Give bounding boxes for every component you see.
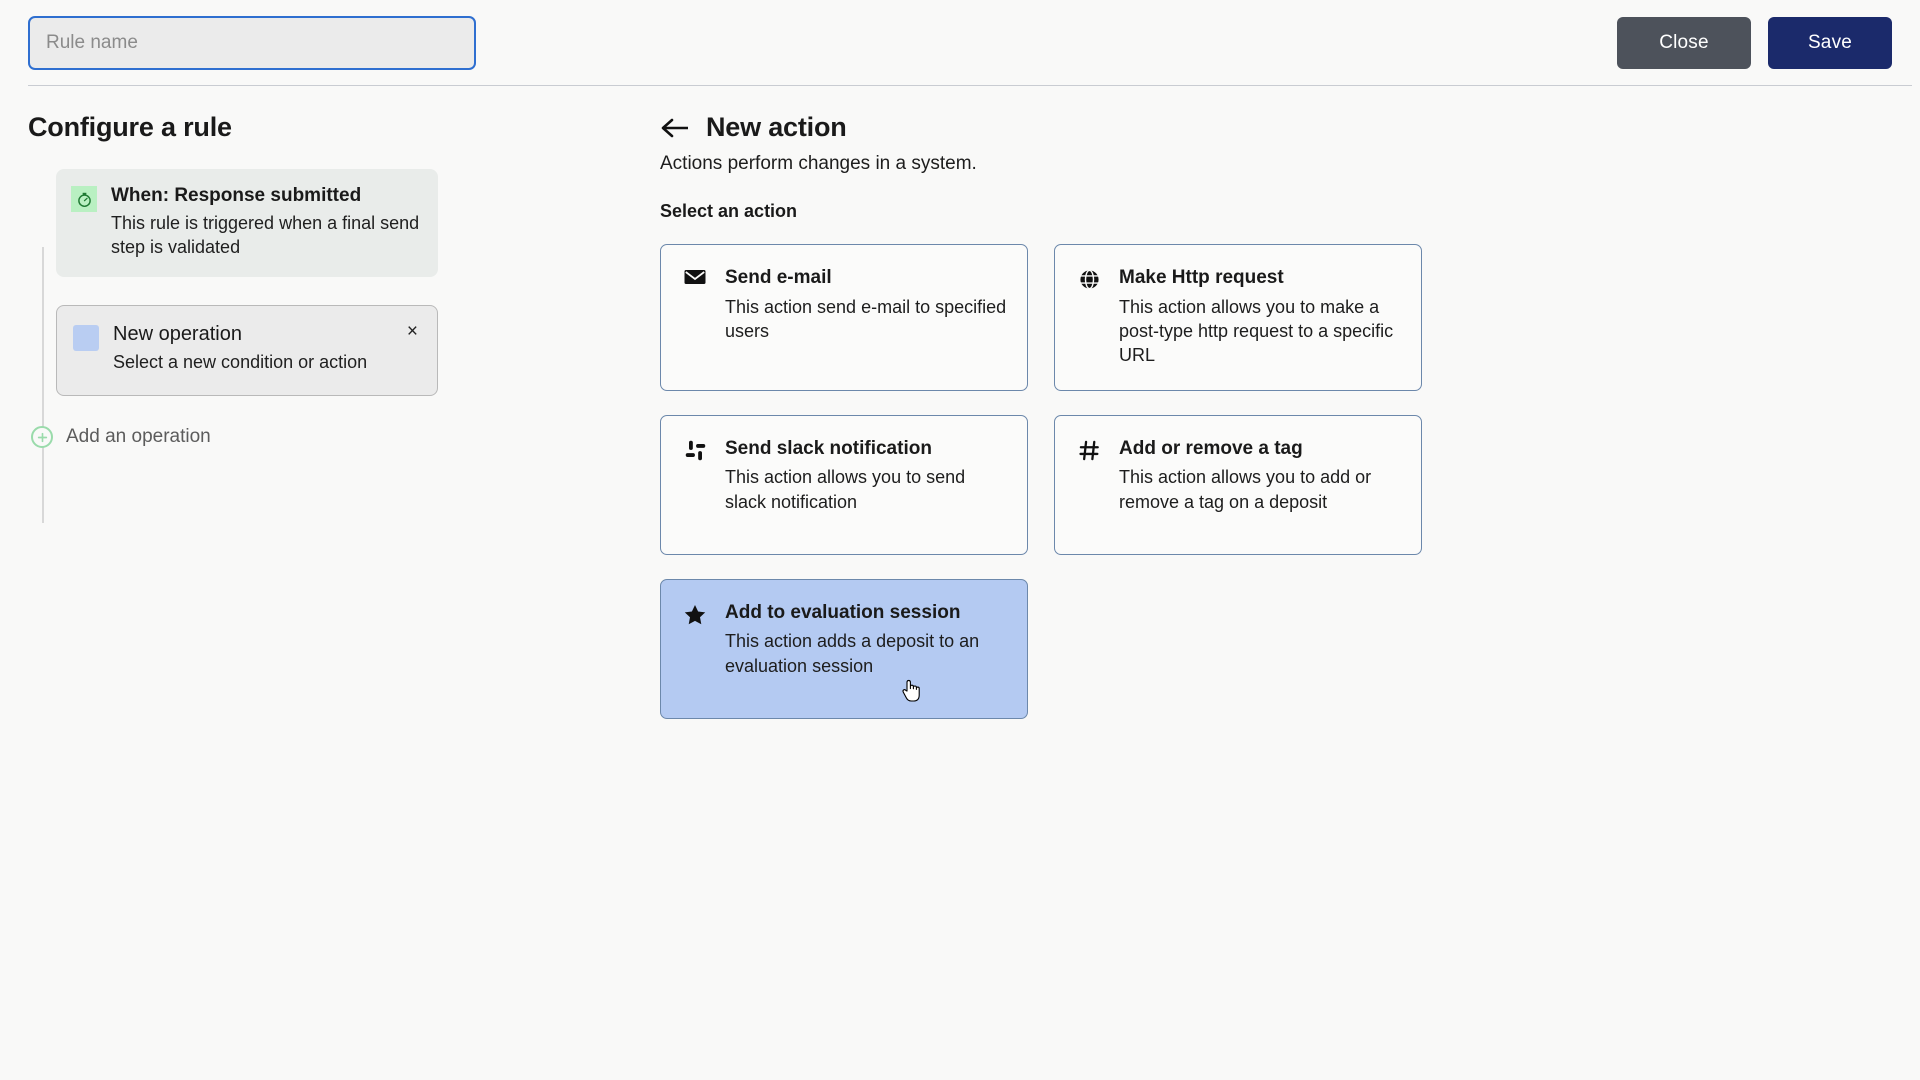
action-card-description: This action allows you to send slack not… bbox=[725, 467, 966, 512]
action-card-body: Make Http request This action allows you… bbox=[1119, 267, 1401, 368]
new-action-title: New action bbox=[706, 112, 847, 142]
new-operation-description: Select a new condition or action bbox=[113, 352, 368, 373]
flow-connector-line bbox=[42, 247, 44, 523]
new-action-header: New action bbox=[660, 112, 1920, 143]
blue-square-icon bbox=[73, 325, 99, 352]
action-card-body: Add or remove a tag This action allows y… bbox=[1119, 438, 1401, 532]
trigger-step-title: When: Response submitted bbox=[111, 185, 362, 206]
action-options-grid: Send e-mail This action send e-mail to s… bbox=[660, 244, 1920, 719]
action-card-description: This action allows you to add or remove … bbox=[1119, 467, 1372, 512]
header-divider bbox=[28, 85, 1912, 86]
action-card-title: Add or remove a tag bbox=[1119, 437, 1303, 459]
plus-circle-icon bbox=[31, 426, 53, 448]
action-card-make-http-request[interactable]: Make Http request This action allows you… bbox=[1054, 244, 1422, 391]
stopwatch-icon bbox=[71, 186, 97, 212]
page-title: Configure a rule bbox=[28, 112, 232, 142]
new-operation-text: New operation Select a new condition or … bbox=[113, 322, 419, 375]
arrow-left-icon[interactable] bbox=[660, 117, 690, 139]
hash-icon bbox=[1077, 438, 1101, 532]
add-operation-label: Add an operation bbox=[66, 426, 211, 447]
close-button[interactable]: Close bbox=[1617, 17, 1751, 69]
action-card-body: Send e-mail This action send e-mail to s… bbox=[725, 267, 1007, 368]
action-card-body: Send slack notification This action allo… bbox=[725, 438, 1007, 532]
envelope-icon bbox=[683, 267, 707, 368]
action-card-title: Make Http request bbox=[1119, 267, 1284, 288]
trigger-step-card[interactable]: When: Response submitted This rule is tr… bbox=[56, 169, 438, 278]
rule-flow: When: Response submitted This rule is tr… bbox=[28, 169, 660, 523]
new-operation-card[interactable]: New operation Select a new condition or … bbox=[56, 305, 438, 396]
star-icon bbox=[683, 602, 707, 696]
action-card-send-slack-notification[interactable]: Send slack notification This action allo… bbox=[660, 414, 1028, 555]
top-bar: Close Save bbox=[0, 0, 1920, 86]
rule-configuration-panel: Configure a rule When: Response submitte… bbox=[0, 112, 660, 719]
close-icon[interactable]: × bbox=[403, 320, 422, 343]
action-card-add-to-evaluation-session[interactable]: Add to evaluation session This action ad… bbox=[660, 578, 1028, 719]
slack-icon bbox=[683, 438, 707, 532]
action-card-body: Add to evaluation session This action ad… bbox=[725, 602, 1007, 696]
action-card-description: This action send e-mail to specified use… bbox=[725, 296, 1007, 342]
action-card-title: Add to evaluation session bbox=[725, 601, 961, 623]
rule-name-input[interactable] bbox=[28, 16, 476, 70]
add-operation-button[interactable]: Add an operation bbox=[31, 426, 660, 448]
main-content: Configure a rule When: Response submitte… bbox=[0, 86, 1920, 719]
trigger-step-text: When: Response submitted This rule is tr… bbox=[111, 184, 420, 259]
action-card-description: This action adds a deposit to an evaluat… bbox=[725, 631, 980, 676]
new-operation-title: New operation bbox=[113, 323, 242, 346]
trigger-step-description: This rule is triggered when a final send… bbox=[111, 212, 420, 257]
globe-icon bbox=[1077, 267, 1101, 368]
header-actions: Close Save bbox=[1617, 17, 1892, 69]
action-card-description: This action allows you to make a post-ty… bbox=[1119, 296, 1394, 366]
action-card-title: Send slack notification bbox=[725, 437, 932, 459]
new-action-panel: New action Actions perform changes in a … bbox=[660, 112, 1920, 719]
action-card-send-email[interactable]: Send e-mail This action send e-mail to s… bbox=[660, 244, 1028, 391]
action-card-title: Send e-mail bbox=[725, 267, 832, 288]
new-action-subtitle: Actions perform changes in a system. bbox=[660, 153, 977, 174]
save-button[interactable]: Save bbox=[1768, 17, 1892, 69]
action-card-add-or-remove-tag[interactable]: Add or remove a tag This action allows y… bbox=[1054, 414, 1422, 555]
select-action-label: Select an action bbox=[660, 201, 798, 221]
